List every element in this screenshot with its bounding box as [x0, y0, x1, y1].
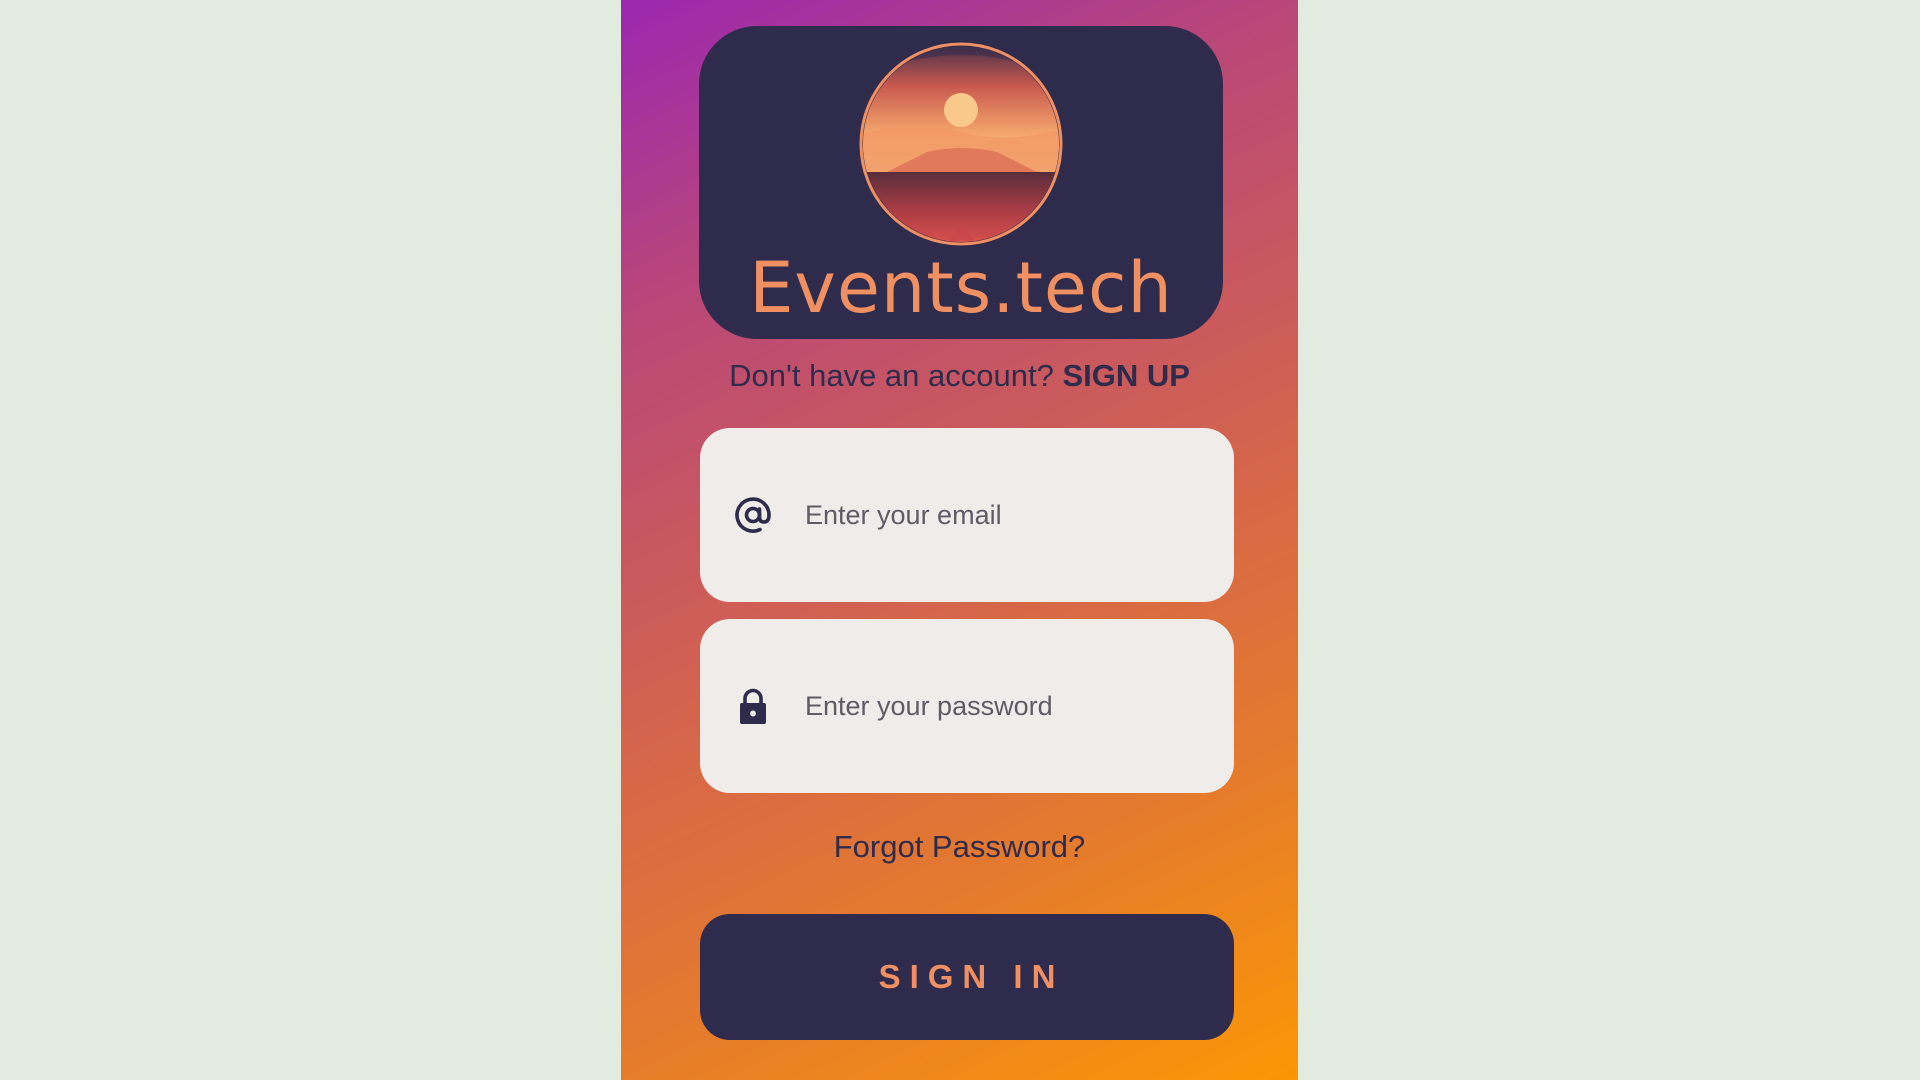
login-screen: Events.tech Don't have an account? SIGN …: [621, 0, 1298, 1080]
at-sign-icon: [735, 497, 771, 533]
brand-name: Events.tech: [749, 247, 1173, 329]
email-field[interactable]: [700, 428, 1234, 602]
logo-card: Events.tech: [699, 26, 1223, 339]
email-input[interactable]: [805, 486, 1205, 544]
lock-icon: [740, 688, 766, 724]
forgot-password-link[interactable]: Forgot Password?: [621, 827, 1298, 867]
signup-prompt-text: Don't have an account?: [729, 358, 1063, 393]
signup-prompt: Don't have an account? SIGN UP: [621, 356, 1298, 396]
sunset-emblem-icon: [859, 42, 1063, 246]
signup-link[interactable]: SIGN UP: [1062, 358, 1189, 393]
password-input[interactable]: [805, 677, 1205, 735]
password-field[interactable]: [700, 619, 1234, 793]
page-background: Events.tech Don't have an account? SIGN …: [0, 0, 1920, 1080]
sign-in-button[interactable]: SIGN IN: [700, 914, 1234, 1040]
